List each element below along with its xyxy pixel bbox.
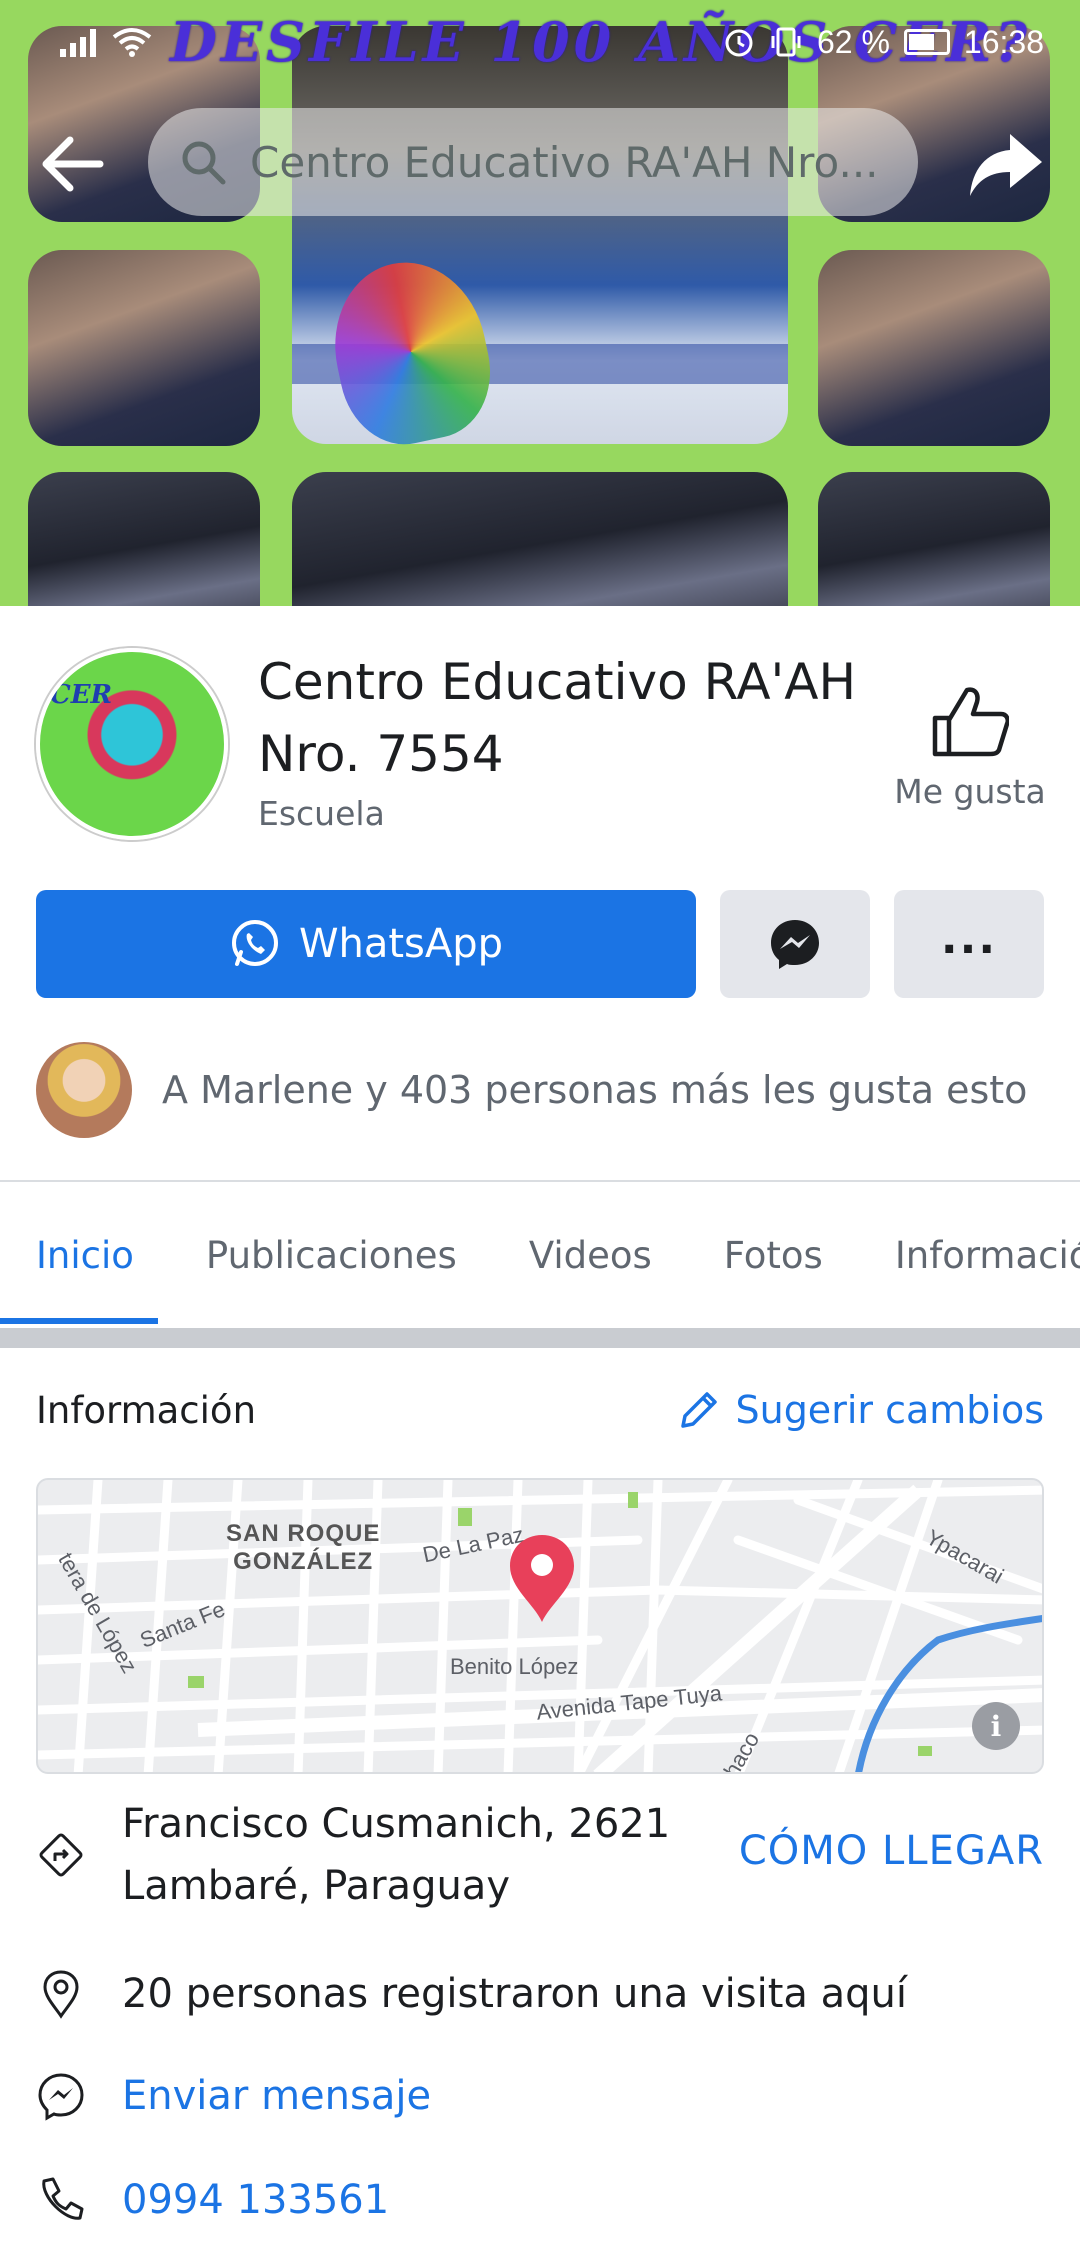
- cover-photo-tile: [292, 472, 788, 606]
- battery-icon: [903, 29, 950, 55]
- share-arrow-icon: [970, 134, 1042, 196]
- whatsapp-label: WhatsApp: [298, 921, 504, 967]
- back-button[interactable]: [36, 128, 108, 200]
- back-arrow-icon: [42, 136, 104, 192]
- share-button[interactable]: [966, 126, 1046, 202]
- address-line-1: Francisco Cusmanich, 2621: [122, 1801, 671, 1847]
- tab-inicio[interactable]: Inicio: [36, 1181, 134, 1329]
- page-category: Escuela: [258, 794, 385, 833]
- more-options-button[interactable]: ...: [894, 890, 1044, 998]
- address-text: Francisco Cusmanich, 2621 Lambaré, Parag…: [122, 1793, 670, 1917]
- phone-number-link[interactable]: 0994 133561: [122, 2177, 389, 2223]
- search-bar[interactable]: Centro Educativo RA'AH Nro...: [148, 108, 918, 216]
- phone-row[interactable]: 0994 133561: [36, 2168, 1044, 2232]
- suggest-edits-button[interactable]: Sugerir cambios: [677, 1388, 1044, 1432]
- signal-icon: [60, 27, 98, 57]
- messenger-outline-icon: [38, 2073, 84, 2121]
- address-line-2: Lambaré, Paraguay: [122, 1863, 510, 1909]
- avatar-logo-text: CER: [50, 680, 113, 710]
- whatsapp-icon: [231, 920, 278, 966]
- status-bar: 62 % 16:38: [0, 0, 1080, 84]
- cover-photo-tile: [28, 250, 260, 446]
- cover-photo-tile: [818, 250, 1050, 446]
- suggest-edits-label: Sugerir cambios: [735, 1388, 1044, 1432]
- tab-videos[interactable]: Videos: [529, 1181, 652, 1329]
- tab-informacion[interactable]: Información: [895, 1181, 1080, 1329]
- search-icon: [182, 141, 226, 185]
- map-label-neighborhood: SAN ROQUE GONZÁLEZ: [226, 1520, 381, 1575]
- map-pin-icon: [510, 1535, 574, 1622]
- info-title: Información: [36, 1388, 257, 1432]
- page-tabs: Inicio Publicaciones Videos Fotos Inform…: [0, 1180, 1080, 1328]
- info-header: Información Sugerir cambios: [36, 1380, 1044, 1440]
- likes-summary-text: A Marlene y 403 personas más les gusta e…: [162, 1068, 1028, 1112]
- directions-button[interactable]: CÓMO LLEGAR: [739, 1828, 1044, 1874]
- vibrate-icon: [771, 27, 801, 57]
- like-button[interactable]: Me gusta: [880, 686, 1060, 811]
- pencil-icon: [681, 1392, 718, 1428]
- phone-icon: [42, 2177, 84, 2220]
- tab-fotos[interactable]: Fotos: [724, 1181, 823, 1329]
- directions-icon: [39, 1833, 83, 1877]
- like-label: Me gusta: [894, 772, 1046, 811]
- section-divider: [0, 1328, 1080, 1348]
- cover-photo[interactable]: DESFILE 100 AÑOS CER?: [0, 0, 1080, 606]
- tab-publicaciones[interactable]: Publicaciones: [206, 1181, 457, 1329]
- message-row[interactable]: Enviar mensaje: [36, 2064, 1044, 2128]
- more-icon: ...: [940, 912, 998, 964]
- thumbs-up-icon: [932, 687, 1009, 757]
- location-pin-icon: [43, 1970, 79, 2019]
- messenger-icon: [771, 920, 819, 969]
- map-label-street: Benito López: [450, 1654, 579, 1679]
- cover-photo-tile: [818, 472, 1050, 606]
- checkins-row: 20 personas registraron una visita aquí: [36, 1962, 1044, 2026]
- map-info-icon[interactable]: i: [972, 1702, 1020, 1750]
- cover-photo-tile: [28, 472, 260, 606]
- active-tab-indicator: [0, 1318, 158, 1324]
- send-message-link[interactable]: Enviar mensaje: [122, 2073, 431, 2119]
- page-header: CER Centro Educativo RA'AH Nro. 7554 Esc…: [0, 606, 1080, 1196]
- search-query: Centro Educativo RA'AH Nro...: [250, 137, 879, 187]
- likes-summary[interactable]: A Marlene y 403 personas más les gusta e…: [36, 1042, 1044, 1138]
- action-buttons: WhatsApp ...: [36, 890, 1044, 998]
- wifi-icon: [112, 28, 152, 57]
- alarm-icon: [725, 29, 753, 57]
- battery-percent: 62 %: [816, 23, 890, 60]
- page-title: Centro Educativo RA'AH Nro. 7554: [258, 653, 857, 783]
- location-map[interactable]: SAN ROQUE GONZÁLEZ De La Paz Ypacarai Sa…: [36, 1478, 1044, 1774]
- whatsapp-button[interactable]: WhatsApp: [36, 890, 696, 998]
- clock: 16:38: [963, 23, 1044, 60]
- page-avatar[interactable]: CER: [36, 648, 228, 840]
- messenger-button[interactable]: [720, 890, 870, 998]
- checkins-text: 20 personas registraron una visita aquí: [122, 1971, 907, 2017]
- liker-avatar: [36, 1042, 132, 1138]
- top-navigation: Centro Educativo RA'AH Nro...: [0, 108, 1080, 218]
- address-row: Francisco Cusmanich, 2621 Lambaré, Parag…: [36, 1790, 1044, 1920]
